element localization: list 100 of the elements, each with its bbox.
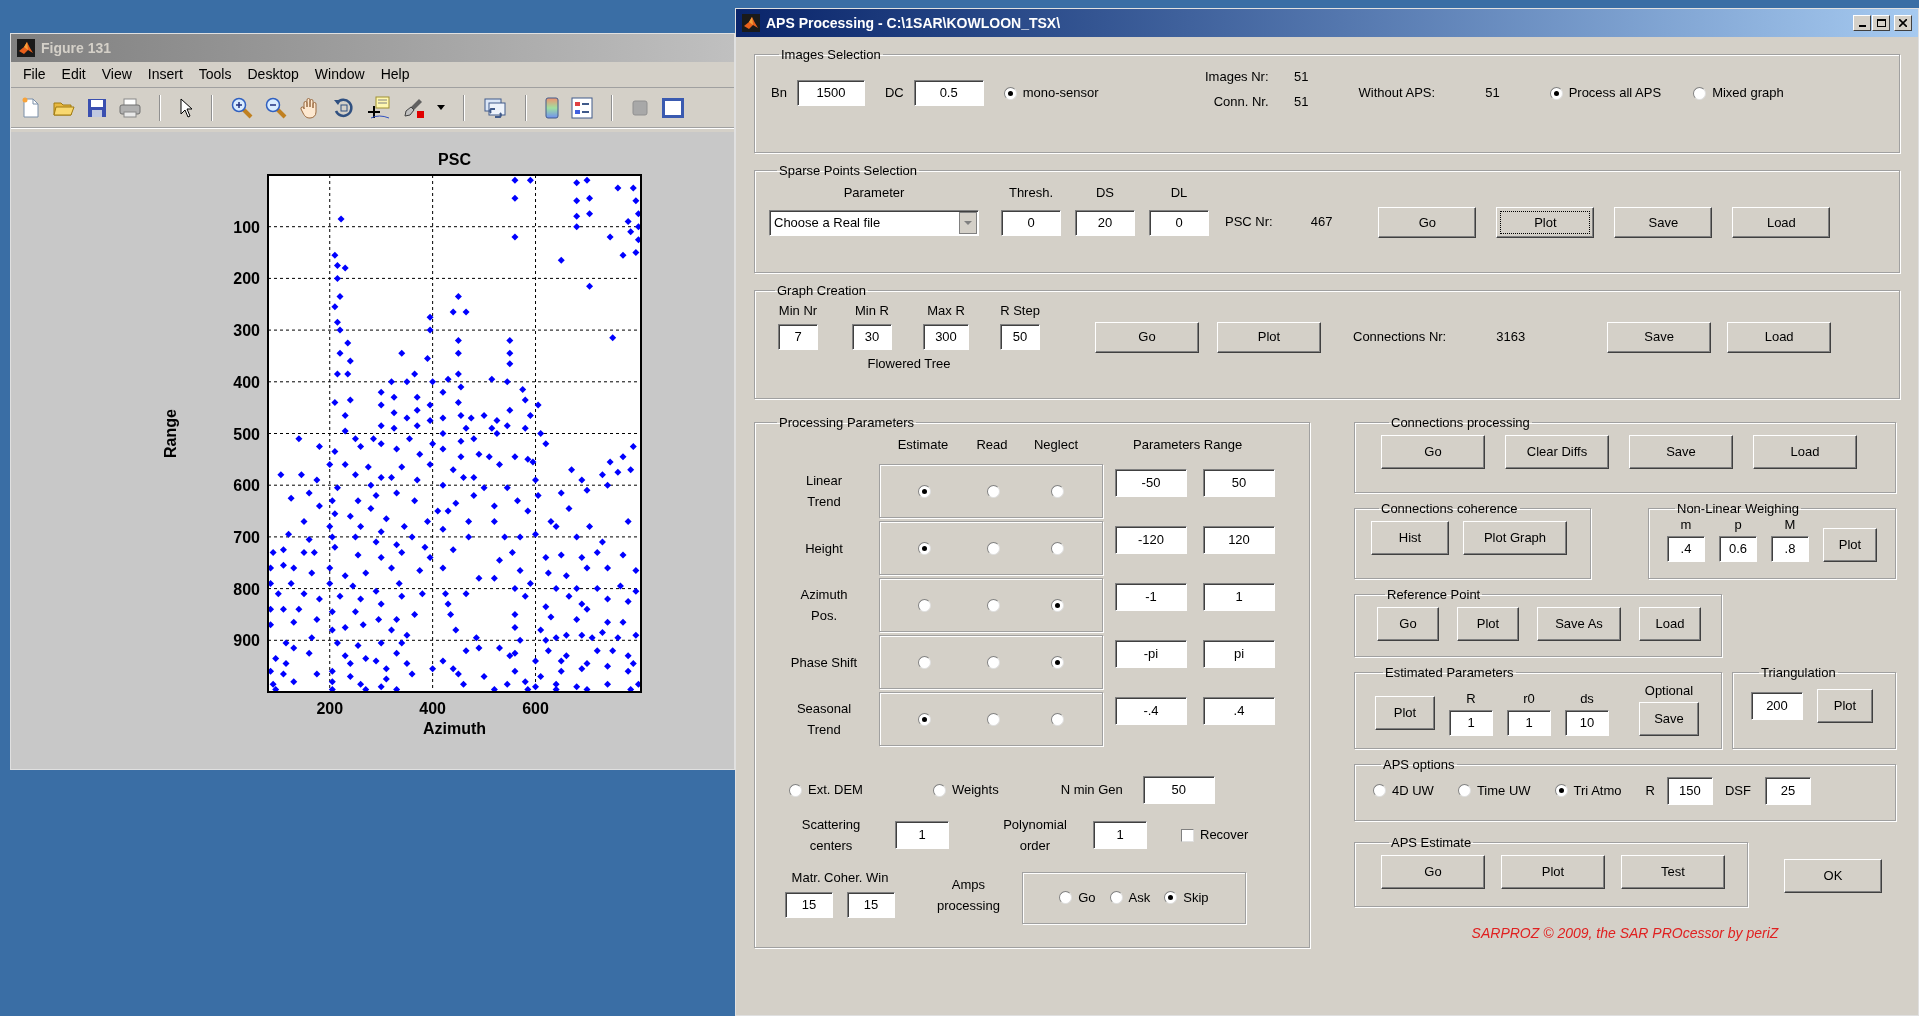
input-field[interactable]: 120 (1203, 526, 1275, 554)
push-button[interactable]: Save (1639, 702, 1699, 736)
radio-label[interactable]: Process all APS (1568, 83, 1662, 103)
radio-label[interactable]: Skip (1183, 887, 1209, 908)
column-header: Parameters Range (1133, 435, 1243, 454)
input-field[interactable]: 7 (778, 324, 818, 350)
menu-item[interactable]: View (93, 64, 140, 85)
radio-label[interactable]: Tri Atmo (1573, 780, 1622, 801)
x-tick-label: 600 (522, 700, 549, 717)
input-field[interactable]: 25 (1764, 776, 1811, 805)
push-button[interactable]: Plot (1817, 688, 1873, 723)
push-button[interactable]: Plot Graph (1463, 520, 1567, 555)
menu-item[interactable]: Window (306, 64, 373, 85)
window-title: APS Processing - C:\1SAR\KOWLOON_TSX\ (766, 13, 1061, 33)
radio-label[interactable]: Mixed graph (1712, 83, 1784, 103)
input-field[interactable]: 0 (1149, 210, 1209, 236)
input-field[interactable]: -120 (1115, 526, 1187, 554)
input-field[interactable]: 50 (1000, 324, 1040, 350)
push-button[interactable]: Load (1753, 434, 1857, 469)
input-field[interactable]: pi (1203, 640, 1275, 668)
push-button[interactable]: Plot (1217, 321, 1321, 353)
input-field[interactable]: -50 (1115, 469, 1187, 497)
y-tick-label: 300 (233, 322, 260, 340)
field-label: Amps processing (937, 875, 1000, 915)
panel-title: Processing Parameters (778, 414, 916, 432)
recover-checkbox[interactable]: Recover (1181, 825, 1249, 845)
field-label: PSC Nr: (1225, 212, 1273, 231)
push-button[interactable]: Clear Diffs (1505, 434, 1609, 469)
input-field[interactable]: 0 (1001, 210, 1061, 236)
push-button[interactable]: Plot (1501, 854, 1605, 889)
input-field[interactable]: .4 (1667, 536, 1705, 562)
radio-label[interactable]: Time UW (1476, 780, 1531, 801)
menu-item[interactable]: Insert (139, 64, 191, 85)
dropdown[interactable]: Choose a Real file (769, 210, 979, 236)
input-field[interactable]: 150 (1666, 776, 1713, 805)
push-button[interactable]: Load (1727, 321, 1832, 353)
push-button[interactable]: Hist (1371, 520, 1449, 555)
input-field[interactable]: 300 (923, 324, 969, 350)
push-button[interactable]: Save (1614, 207, 1713, 238)
input-field[interactable]: 1 (1449, 710, 1493, 736)
push-button[interactable]: Plot (1375, 696, 1435, 730)
input-field[interactable]: -pi (1115, 640, 1187, 668)
menu-item[interactable]: Tools (190, 64, 240, 85)
push-button[interactable]: Test (1621, 854, 1725, 889)
panel-title: Connections coherence (1380, 500, 1519, 518)
push-button[interactable]: Load (1639, 606, 1701, 641)
y-tick-label: 700 (233, 528, 260, 546)
row-label: Seasonal Trend (795, 700, 853, 739)
push-button[interactable]: Plot (1496, 207, 1595, 238)
push-button[interactable]: Load (1732, 207, 1831, 238)
column-header: DS (1095, 183, 1115, 202)
input-field[interactable]: 0.5 (913, 80, 984, 106)
input-field[interactable]: 50 (1142, 776, 1215, 804)
input-field[interactable]: 1500 (796, 80, 865, 106)
push-button[interactable]: Plot (1823, 528, 1877, 562)
push-button[interactable]: Plot (1457, 606, 1519, 641)
input-field[interactable]: 1 (1507, 710, 1551, 736)
input-field[interactable]: 1 (1203, 583, 1275, 611)
radio-label[interactable]: Ask (1128, 887, 1151, 908)
column-header: Thresh. (1008, 183, 1054, 202)
menu-item[interactable]: File (15, 64, 54, 85)
value-text: 467 (1310, 212, 1333, 231)
radio-label[interactable]: Go (1078, 887, 1096, 908)
input-field[interactable]: 1 (1093, 821, 1147, 849)
menu-item[interactable]: Desktop (239, 64, 307, 85)
push-button[interactable]: Go (1381, 854, 1485, 889)
input-field[interactable]: 200 (1751, 691, 1803, 720)
menu-item[interactable]: Edit (53, 64, 94, 85)
radio-label[interactable]: Ext. DEM (808, 780, 863, 800)
input-field[interactable]: 15 (847, 891, 895, 918)
push-button[interactable]: Save As (1537, 606, 1621, 641)
radio-label[interactable]: 4D UW (1392, 780, 1434, 801)
push-button[interactable]: Go (1378, 207, 1477, 238)
panel-title: APS options (1382, 756, 1456, 774)
field-label: Connections Nr: (1353, 328, 1447, 347)
input-field[interactable]: 20 (1075, 210, 1135, 236)
input-field[interactable]: 1 (895, 821, 949, 849)
x-tick-label: 200 (316, 700, 344, 717)
input-field[interactable]: 30 (852, 324, 892, 350)
input-field[interactable]: .8 (1771, 536, 1809, 562)
field-label: Conn. Nr. (1212, 93, 1269, 111)
y-tick-label: 800 (233, 580, 260, 598)
chart-title: PSC (438, 151, 471, 168)
input-field[interactable]: 50 (1203, 469, 1275, 497)
input-field[interactable]: 15 (785, 891, 833, 918)
push-button[interactable]: Go (1381, 434, 1485, 469)
menu-item[interactable]: Help (372, 64, 418, 85)
push-button[interactable]: Go (1095, 321, 1199, 353)
push-button[interactable]: Save (1607, 321, 1712, 353)
input-field[interactable]: .4 (1203, 697, 1275, 725)
input-field[interactable]: -.4 (1115, 697, 1187, 725)
ok-button[interactable]: OK (1784, 859, 1882, 893)
radio-label[interactable]: Weights (951, 780, 999, 800)
value-text: 51 (1485, 84, 1500, 103)
push-button[interactable]: Save (1629, 434, 1733, 469)
radio-label[interactable]: mono-sensor (1022, 83, 1099, 103)
input-field[interactable]: -1 (1115, 583, 1187, 611)
input-field[interactable]: 0.6 (1719, 536, 1757, 562)
push-button[interactable]: Go (1377, 606, 1439, 641)
input-field[interactable]: 10 (1565, 710, 1609, 736)
